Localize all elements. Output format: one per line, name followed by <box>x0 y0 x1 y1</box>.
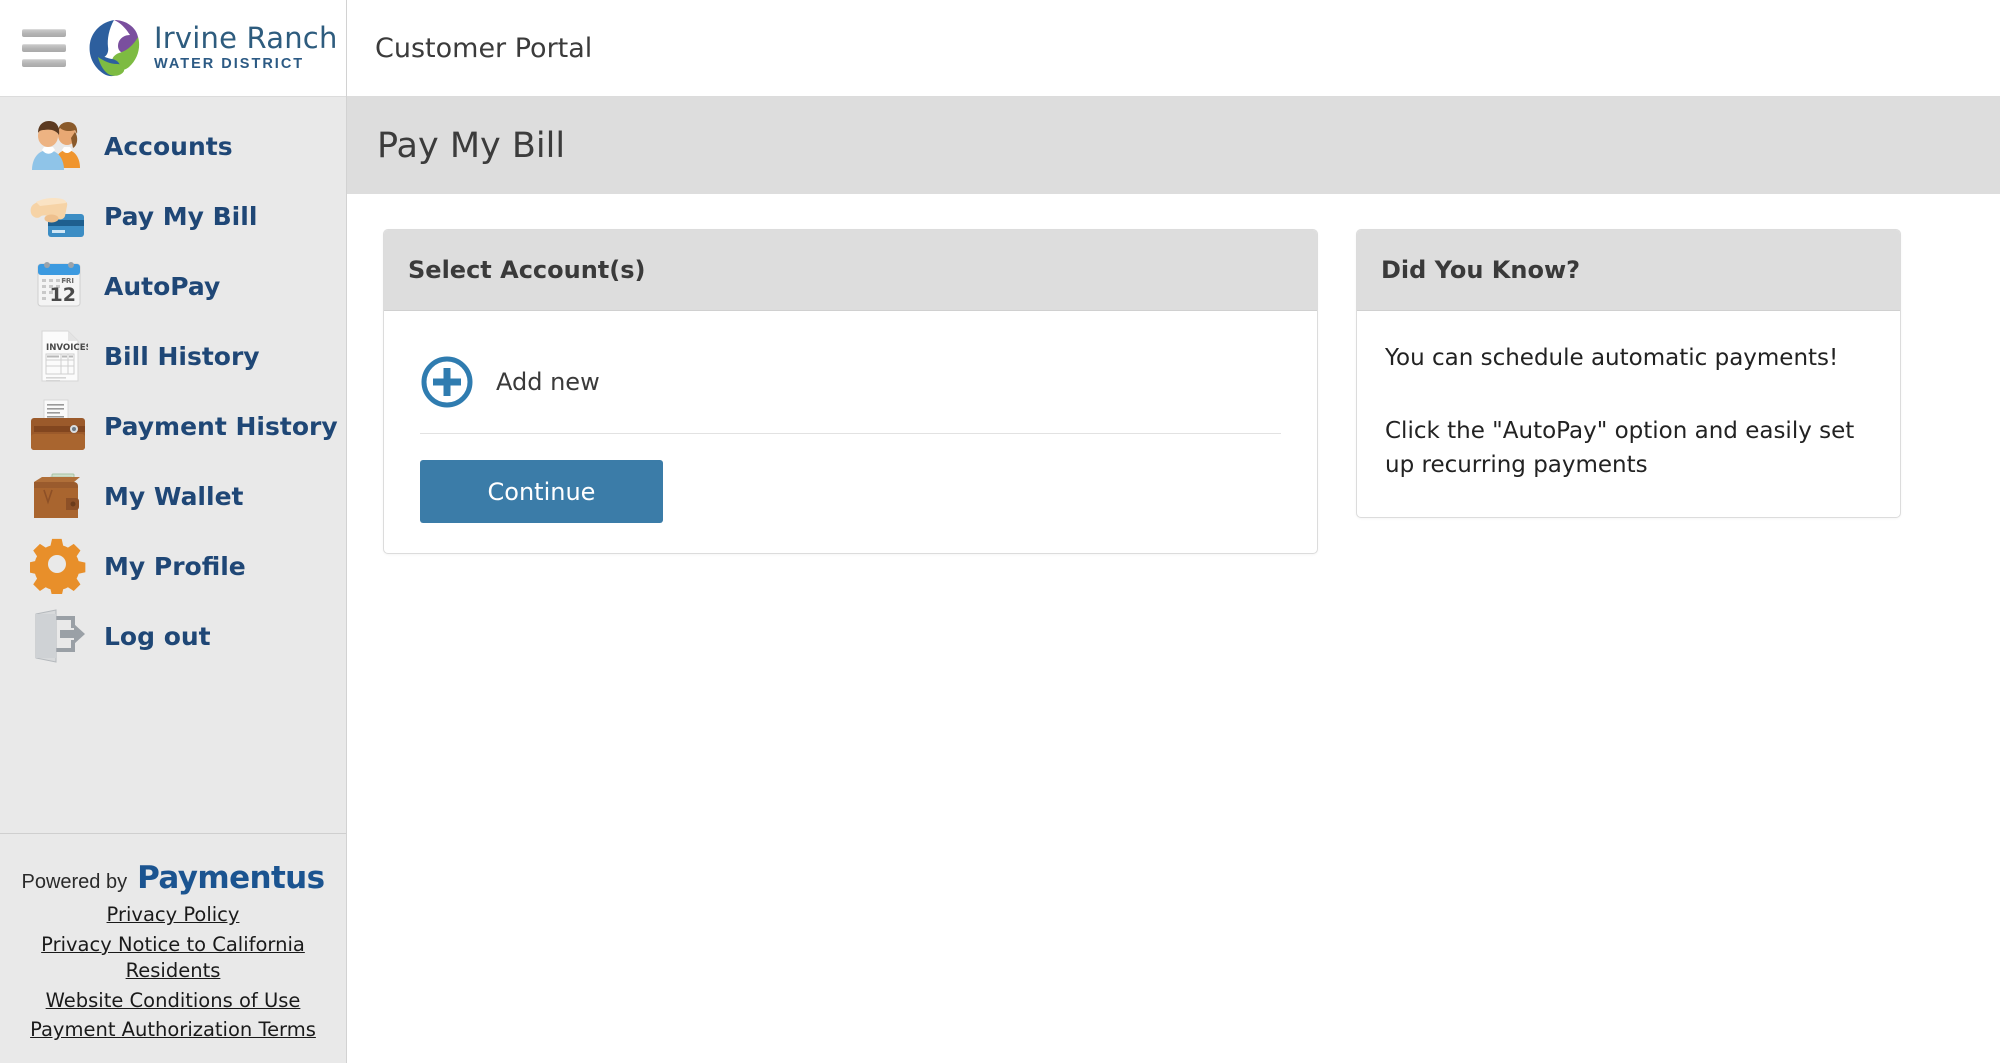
brand-logo[interactable]: Irvine Ranch WATER DISTRICT <box>84 17 338 79</box>
sidebar-item-label: Log out <box>104 621 211 651</box>
sidebar-item-label: My Profile <box>104 551 246 581</box>
sidebar-item-autopay[interactable]: FRI 12 AutoPay <box>0 251 346 321</box>
irvine-ranch-water-district-logo-icon <box>89 20 140 77</box>
sidebar-footer: Powered by Paymentus Privacy Policy Priv… <box>0 833 346 1063</box>
link-payment-authorization-terms[interactable]: Payment Authorization Terms <box>14 1017 332 1043</box>
logout-door-icon <box>35 609 85 663</box>
link-privacy-policy[interactable]: Privacy Policy <box>14 902 332 928</box>
sidebar-item-label: AutoPay <box>104 271 221 301</box>
sidebar-item-my-profile[interactable]: My Profile <box>0 531 346 601</box>
content-area: Select Account(s) Add new Continue Did Y… <box>347 194 2000 1063</box>
hamburger-bar <box>22 59 66 67</box>
page-title: Pay My Bill <box>377 125 566 166</box>
sidebar-item-log-out[interactable]: Log out <box>0 601 346 671</box>
calendar-day-text: 12 <box>50 284 76 306</box>
paymentus-logo: Paymentus <box>137 860 325 897</box>
link-privacy-notice-california[interactable]: Privacy Notice to California Residents <box>14 932 332 983</box>
did-you-know-paragraph: You can schedule automatic payments! <box>1385 345 1839 371</box>
sidebar-item-label: Payment History <box>104 411 338 441</box>
sidebar-item-label: Bill History <box>104 341 260 371</box>
select-accounts-card-header: Select Account(s) <box>384 230 1317 311</box>
top-bar: Customer Portal <box>347 0 2000 97</box>
select-accounts-card-body: Add new Continue <box>384 311 1317 553</box>
main-area: Customer Portal Pay My Bill Select Accou… <box>347 0 2000 1063</box>
card-divider <box>420 433 1281 434</box>
brand-bar: Irvine Ranch WATER DISTRICT <box>0 0 346 97</box>
sidebar-item-accounts[interactable]: Accounts <box>0 111 346 181</box>
hamburger-bar <box>22 29 66 37</box>
sidebar: Irvine Ranch WATER DISTRICT Accounts Pay… <box>0 0 347 1063</box>
brand-subtitle: WATER DISTRICT <box>154 56 305 73</box>
add-new-label: Add new <box>496 368 600 396</box>
select-accounts-card: Select Account(s) Add new Continue <box>383 229 1318 554</box>
powered-by-row: Powered by Paymentus <box>14 860 332 896</box>
page-header: Pay My Bill <box>347 97 2000 194</box>
powered-by-label: Powered by <box>21 871 128 894</box>
sidebar-item-payment-history[interactable]: Payment History <box>0 391 346 461</box>
did-you-know-card-header: Did You Know? <box>1357 230 1900 311</box>
sidebar-item-bill-history[interactable]: INVOICES Bill History <box>0 321 346 391</box>
did-you-know-paragraph: Click the "AutoPay" option and easily se… <box>1385 417 1855 479</box>
wallet-receipt-icon <box>31 399 85 450</box>
sidebar-item-label: Pay My Bill <box>104 201 258 231</box>
gear-icon <box>30 538 86 594</box>
continue-button[interactable]: Continue <box>420 460 663 523</box>
sidebar-item-pay-my-bill[interactable]: Pay My Bill <box>0 181 346 251</box>
brand-title: Irvine Ranch <box>154 21 338 56</box>
wallet-icon <box>34 473 80 518</box>
users-icon <box>32 121 80 170</box>
sidebar-item-my-wallet[interactable]: My Wallet <box>0 461 346 531</box>
hamburger-menu-icon[interactable] <box>22 29 66 67</box>
app-root: Irvine Ranch WATER DISTRICT Accounts Pay… <box>0 0 2000 1063</box>
did-you-know-title: Did You Know? <box>1381 256 1581 284</box>
invoice-document-icon: INVOICES <box>41 330 88 382</box>
hand-credit-card-icon <box>30 198 84 237</box>
invoice-title-text: INVOICES <box>46 343 88 353</box>
did-you-know-card-body: You can schedule automatic payments! Cli… <box>1357 311 1900 517</box>
sidebar-item-label: Accounts <box>104 131 233 161</box>
calendar-icon: FRI 12 <box>37 262 81 307</box>
portal-title: Customer Portal <box>375 32 593 64</box>
link-website-conditions[interactable]: Website Conditions of Use <box>14 988 332 1014</box>
add-new-account-button[interactable]: Add new <box>420 339 1281 433</box>
select-accounts-title: Select Account(s) <box>408 256 646 284</box>
plus-circle-icon <box>421 356 473 408</box>
did-you-know-card: Did You Know? You can schedule automatic… <box>1356 229 1901 518</box>
sidebar-nav: Accounts Pay My Bill FRI 12 AutoPay INVO… <box>0 97 346 833</box>
hamburger-bar <box>22 44 66 52</box>
sidebar-item-label: My Wallet <box>104 481 244 511</box>
